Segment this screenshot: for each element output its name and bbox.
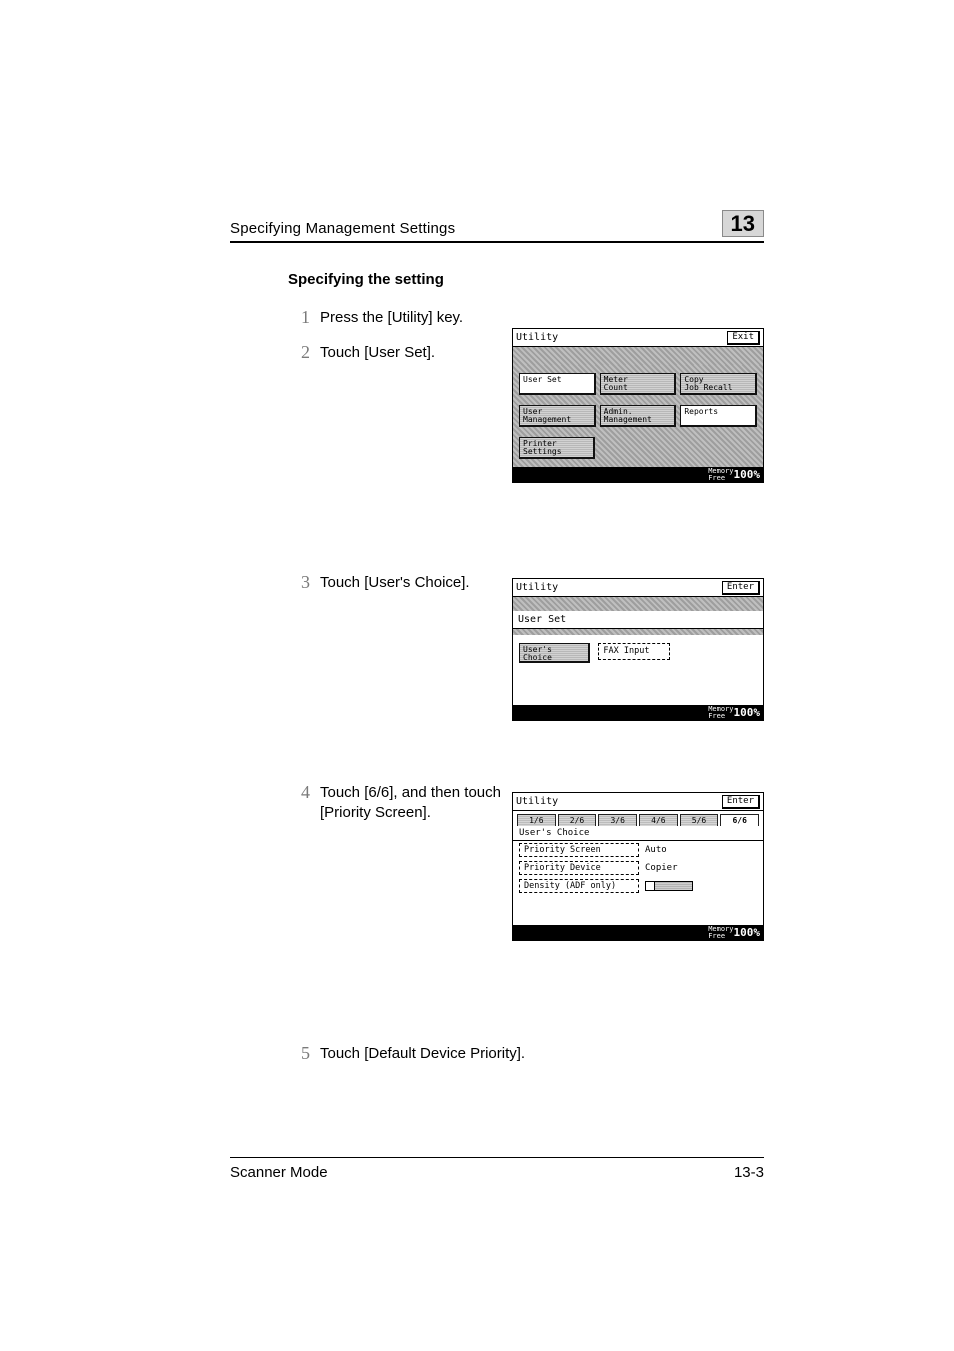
step-1: 1 Press the [Utility] key. — [288, 308, 764, 328]
header-section-title: Specifying Management Settings — [230, 220, 455, 237]
step-number: 2 — [288, 343, 310, 363]
meter-count-button[interactable]: Meter Count — [600, 373, 677, 395]
tab-3-6[interactable]: 3/6 — [598, 814, 637, 826]
screen-title: Utility — [516, 796, 558, 807]
tab-6-6[interactable]: 6/6 — [720, 814, 759, 826]
step-text: Touch [6/6], and then touch [Priority Sc… — [320, 783, 530, 824]
reports-button[interactable]: Reports — [680, 405, 757, 427]
density-adf-button[interactable]: Density (ADF only) — [519, 879, 639, 893]
step-number: 3 — [288, 573, 310, 593]
memory-free-footer: Memory Free100% — [513, 925, 763, 940]
step-number: 1 — [288, 308, 310, 328]
priority-screen-button[interactable]: Priority Screen — [519, 843, 639, 857]
footer-mode: Scanner Mode — [230, 1164, 328, 1181]
priority-screen-value: Auto — [645, 845, 667, 855]
chapter-number-box: 13 — [722, 210, 764, 237]
hatch-strip — [513, 597, 763, 611]
breadcrumb-user-set: User Set — [513, 611, 763, 629]
page-tabs: 1/6 2/6 3/6 4/6 5/6 6/6 — [513, 811, 763, 826]
step-text: Touch [User's Choice]. — [320, 573, 530, 593]
step-text: Touch [Default Device Priority]. — [320, 1044, 720, 1064]
tab-4-6[interactable]: 4/6 — [639, 814, 678, 826]
tab-1-6[interactable]: 1/6 — [517, 814, 556, 826]
priority-device-button[interactable]: Priority Device — [519, 861, 639, 875]
screen-title: Utility — [516, 582, 558, 593]
memory-free-footer: Memory Free100% — [513, 467, 763, 482]
tab-2-6[interactable]: 2/6 — [558, 814, 597, 826]
footer-page-number: 13-3 — [734, 1164, 764, 1181]
exit-button[interactable]: Exit — [727, 331, 760, 345]
enter-button[interactable]: Enter — [722, 795, 760, 809]
user-management-button[interactable]: User Management — [519, 405, 596, 427]
memory-free-footer: Memory Free100% — [513, 705, 763, 720]
step-number: 4 — [288, 783, 310, 803]
step-number: 5 — [288, 1044, 310, 1064]
printer-settings-button[interactable]: Printer Settings — [519, 437, 595, 459]
breadcrumb-users-choice: User's Choice — [513, 826, 763, 841]
hatch-strip — [513, 347, 763, 365]
screen-title: Utility — [516, 332, 558, 343]
step-text: Press the [Utility] key. — [320, 308, 720, 328]
fax-input-button[interactable]: FAX Input — [598, 643, 669, 660]
step-text: Touch [User Set]. — [320, 343, 530, 363]
section-heading: Specifying the setting — [288, 271, 764, 288]
users-choice-button[interactable]: User's Choice — [519, 643, 590, 663]
page-header: Specifying Management Settings 13 — [230, 210, 764, 243]
users-choice-screenshot: Utility Enter 1/6 2/6 3/6 4/6 5/6 6/6 Us… — [512, 792, 764, 941]
enter-button[interactable]: Enter — [722, 581, 760, 595]
density-indicator — [645, 881, 693, 891]
copy-job-recall-button[interactable]: Copy Job Recall — [680, 373, 757, 395]
tab-5-6[interactable]: 5/6 — [680, 814, 719, 826]
utility-main-screenshot: Utility Exit User Set Meter Count Copy J… — [512, 328, 764, 483]
admin-management-button[interactable]: Admin. Management — [600, 405, 677, 427]
page-footer: Scanner Mode 13-3 — [230, 1157, 764, 1181]
user-set-button[interactable]: User Set — [519, 373, 596, 395]
step-5: 5 Touch [Default Device Priority]. — [288, 1044, 764, 1064]
user-set-screenshot: Utility Enter User Set User's Choice FAX… — [512, 578, 764, 721]
priority-device-value: Copier — [645, 863, 678, 873]
